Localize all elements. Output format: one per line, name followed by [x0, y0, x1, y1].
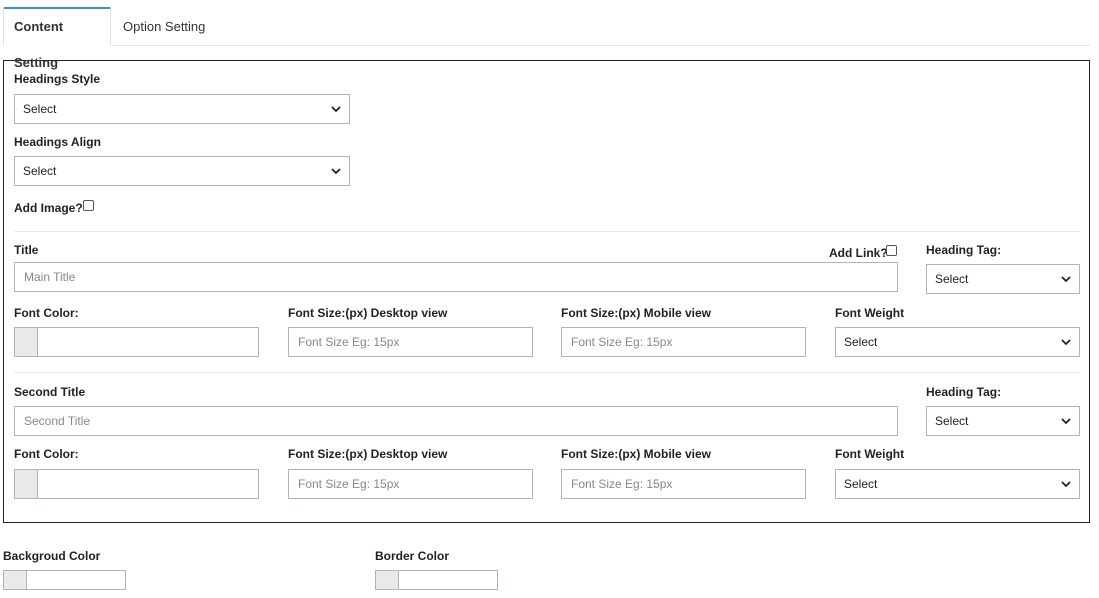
color-swatch[interactable] — [376, 571, 399, 589]
second-font-size-mobile-input[interactable] — [561, 469, 806, 499]
second-title-label: Second Title — [14, 385, 86, 399]
second-heading-tag-value: Select — [935, 414, 969, 428]
background-color-label: Backgroud Color — [3, 549, 101, 563]
chevron-down-icon — [1061, 481, 1071, 488]
background-color-picker[interactable] — [3, 570, 126, 590]
second-font-color-label: Font Color: — [14, 447, 79, 461]
headings-style-value: Select — [23, 102, 57, 116]
heading-tag-label: Heading Tag: — [926, 243, 1002, 257]
headings-style-select[interactable]: Select — [14, 94, 350, 124]
second-font-weight-label: Font Weight — [835, 447, 905, 461]
font-color-picker[interactable] — [14, 327, 259, 357]
chevron-down-icon — [1061, 276, 1071, 283]
add-link-label: Add Link? — [829, 246, 888, 260]
heading-tag-select[interactable]: Select — [926, 264, 1080, 294]
second-font-size-mobile-label: Font Size:(px) Mobile view — [561, 447, 712, 461]
second-font-size-desktop-input[interactable] — [288, 469, 533, 499]
second-font-color-picker[interactable] — [14, 469, 259, 499]
headings-align-value: Select — [23, 164, 57, 178]
chevron-down-icon — [331, 168, 341, 175]
chevron-down-icon — [1061, 339, 1071, 346]
heading-tag-value: Select — [935, 272, 969, 286]
title-label: Title — [14, 243, 39, 257]
font-weight-value: Select — [844, 335, 878, 349]
font-color-label: Font Color: — [14, 306, 79, 320]
section-divider — [14, 372, 1080, 373]
font-size-desktop-input[interactable] — [288, 327, 533, 357]
color-swatch[interactable] — [15, 470, 38, 498]
border-color-picker[interactable] — [375, 570, 498, 590]
second-heading-tag-select[interactable]: Select — [926, 406, 1080, 436]
main-title-input[interactable] — [14, 262, 898, 292]
second-font-size-desktop-label: Font Size:(px) Desktop view — [288, 447, 448, 461]
border-color-label: Border Color — [375, 549, 450, 563]
chevron-down-icon — [331, 106, 341, 113]
second-font-weight-value: Select — [844, 477, 878, 491]
font-size-mobile-input[interactable] — [561, 327, 806, 357]
add-link-checkbox[interactable] — [886, 245, 897, 256]
font-weight-label: Font Weight — [835, 306, 905, 320]
chevron-down-icon — [1061, 418, 1071, 425]
add-image-label: Add Image? — [14, 201, 83, 215]
second-heading-tag-label: Heading Tag: — [926, 385, 1002, 399]
color-swatch[interactable] — [4, 571, 27, 589]
tab-content-setting[interactable]: Content Setting — [3, 7, 111, 70]
tab-option-setting[interactable]: Option Setting — [113, 7, 215, 46]
font-size-mobile-label: Font Size:(px) Mobile view — [561, 306, 712, 320]
second-font-weight-select[interactable]: Select — [835, 469, 1080, 499]
color-swatch[interactable] — [15, 328, 38, 356]
font-size-desktop-label: Font Size:(px) Desktop view — [288, 306, 448, 320]
section-divider — [14, 231, 1080, 232]
font-weight-select[interactable]: Select — [835, 327, 1080, 357]
add-image-checkbox[interactable] — [83, 200, 94, 211]
second-title-input[interactable] — [14, 406, 898, 436]
headings-align-select[interactable]: Select — [14, 156, 350, 186]
headings-align-label: Headings Align — [14, 135, 101, 149]
